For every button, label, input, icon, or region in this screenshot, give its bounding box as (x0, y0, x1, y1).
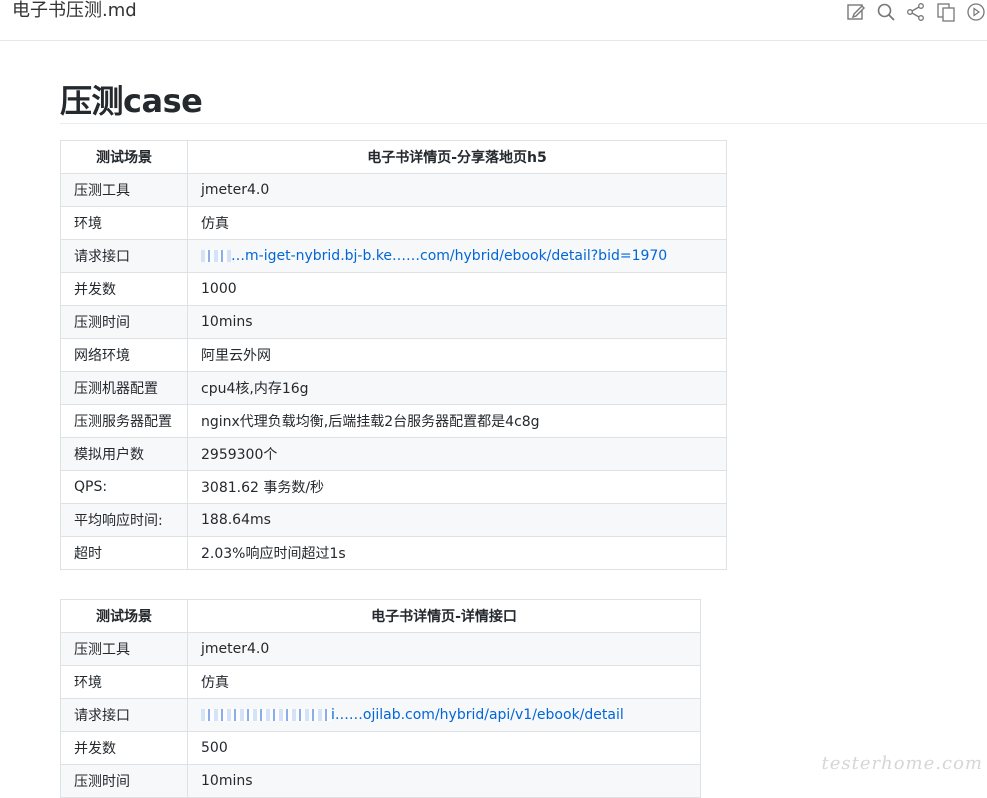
table-row: 网络环境阿里云外网 (61, 339, 727, 372)
request-url-link[interactable]: i……ojilab.com/hybrid/api/v1/ebook/detail (331, 707, 624, 723)
top-bar: 电子书压测.md (0, 0, 987, 41)
row-value: 仿真 (188, 207, 727, 240)
spec-table-1: 测试场景 电子书详情页-分享落地页h5 压测工具jmeter4.0 环境仿真 请… (60, 140, 727, 570)
row-value: i……ojilab.com/hybrid/api/v1/ebook/detail (188, 699, 701, 732)
table-row: 压测时间10mins (61, 765, 701, 798)
table-row: 请求接口 …m-iget-nybrid.bj-b.ke……com/hybrid/e… (61, 240, 727, 273)
row-key: 环境 (61, 207, 188, 240)
table-row: 模拟用户数2959300个 (61, 438, 727, 471)
share-icon[interactable] (905, 1, 927, 23)
row-key: 压测时间 (61, 765, 188, 798)
table-header-cell: 测试场景 (61, 141, 188, 174)
page-heading: 压测case (60, 76, 202, 122)
toolbar (837, 0, 987, 24)
row-value: jmeter4.0 (188, 174, 727, 207)
table-row: 请求接口 i……ojilab.com/hybrid/api/v1/ebook/de… (61, 699, 701, 732)
heading-divider (60, 123, 987, 124)
row-value: cpu4核,内存16g (188, 372, 727, 405)
row-key: 压测工具 (61, 633, 188, 666)
row-value: 阿里云外网 (188, 339, 727, 372)
row-value: 仿真 (188, 666, 701, 699)
row-key: 平均响应时间: (61, 504, 188, 537)
row-value: 10mins (188, 765, 701, 798)
row-key: 模拟用户数 (61, 438, 188, 471)
copy-icon[interactable] (935, 1, 957, 23)
row-key: 超时 (61, 537, 188, 570)
table-header-cell: 测试场景 (61, 600, 188, 633)
row-key: QPS: (61, 471, 188, 504)
row-key: 并发数 (61, 732, 188, 765)
row-key: 压测工具 (61, 174, 188, 207)
row-key: 网络环境 (61, 339, 188, 372)
row-key: 压测服务器配置 (61, 405, 188, 438)
table-row: 压测工具jmeter4.0 (61, 174, 727, 207)
row-value: 188.64ms (188, 504, 727, 537)
table-row: 并发数500 (61, 732, 701, 765)
row-key: 并发数 (61, 273, 188, 306)
row-value: 2959300个 (188, 438, 727, 471)
row-value: jmeter4.0 (188, 633, 701, 666)
row-value: 1000 (188, 273, 727, 306)
search-icon[interactable] (875, 1, 897, 23)
row-value: 3081.62 事务数/秒 (188, 471, 727, 504)
row-value: 500 (188, 732, 701, 765)
table-row: 环境仿真 (61, 666, 701, 699)
table-row: 环境仿真 (61, 207, 727, 240)
row-key: 请求接口 (61, 699, 188, 732)
row-value: 2.03%响应时间超过1s (188, 537, 727, 570)
row-key: 压测时间 (61, 306, 188, 339)
redacted-block (201, 250, 231, 262)
row-key: 请求接口 (61, 240, 188, 273)
table-row: QPS:3081.62 事务数/秒 (61, 471, 727, 504)
request-url-link[interactable]: …m-iget-nybrid.bj-b.ke……com/hybrid/ebook… (231, 248, 667, 264)
row-value: nginx代理负载均衡,后端挂载2台服务器配置都是4c8g (188, 405, 727, 438)
row-value: 10mins (188, 306, 727, 339)
table-row: 压测时间10mins (61, 306, 727, 339)
table-row: 并发数1000 (61, 273, 727, 306)
row-key: 环境 (61, 666, 188, 699)
table-row: 压测机器配置cpu4核,内存16g (61, 372, 727, 405)
spec-table-2: 测试场景 电子书详情页-详情接口 压测工具jmeter4.0 环境仿真 请求接口… (60, 599, 701, 798)
table-header-cell: 电子书详情页-详情接口 (188, 600, 701, 633)
table-row: 平均响应时间:188.64ms (61, 504, 727, 537)
row-value: …m-iget-nybrid.bj-b.ke……com/hybrid/ebook… (188, 240, 727, 273)
table-header-row: 测试场景 电子书详情页-分享落地页h5 (61, 141, 727, 174)
file-title: 电子书压测.md (12, 0, 137, 22)
play-icon[interactable] (965, 1, 987, 23)
redacted-block (201, 709, 331, 721)
table-row: 超时2.03%响应时间超过1s (61, 537, 727, 570)
edit-icon[interactable] (845, 1, 867, 23)
table-header-row: 测试场景 电子书详情页-详情接口 (61, 600, 701, 633)
table-row: 压测服务器配置nginx代理负载均衡,后端挂载2台服务器配置都是4c8g (61, 405, 727, 438)
row-key: 压测机器配置 (61, 372, 188, 405)
table-header-cell: 电子书详情页-分享落地页h5 (188, 141, 727, 174)
watermark: testerhome.com (822, 753, 983, 774)
table-row: 压测工具jmeter4.0 (61, 633, 701, 666)
